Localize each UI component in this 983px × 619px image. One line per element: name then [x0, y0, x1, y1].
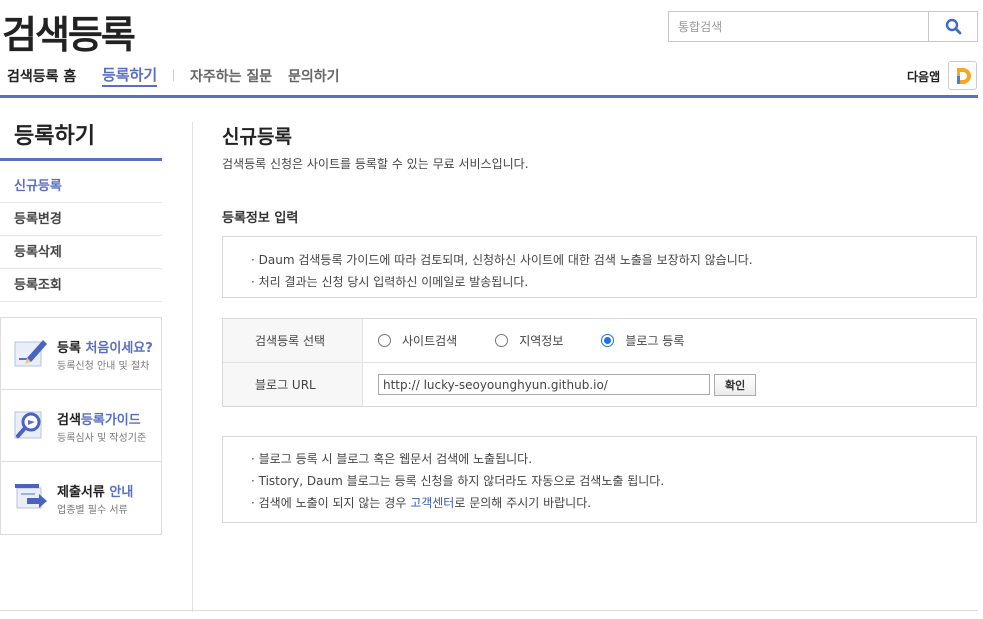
banner-first-time[interactable]: 등록 처음이세요? 등록신청 안내 및 절차 — [1, 318, 161, 390]
banner-documents-desc: 업종별 필수 서류 — [57, 505, 128, 516]
notice-box-top: · Daum 검색등록 가이드에 따라 검토되며, 신청하신 사이트에 대한 검… — [222, 236, 977, 298]
form-row-url: 블로그 URL 확인 — [223, 362, 976, 406]
sidebar-title-underline — [0, 158, 162, 161]
radio-circle-checked[interactable] — [601, 334, 615, 347]
notice-line: · Daum 검색등록 가이드에 따라 검토되며, 신청하신 사이트에 대한 검… — [251, 253, 753, 267]
pencil-icon — [14, 340, 47, 367]
document-icon — [15, 484, 47, 509]
nav-register[interactable]: 등록하기 — [102, 65, 158, 87]
notice-line: · 블로그 등록 시 블로그 혹은 웹문서 검색에 노출됩니다. — [251, 452, 533, 466]
notice-line: · 처리 결과는 신청 당시 입력하신 이메일로 발송됩니다. — [251, 275, 529, 289]
nav-faq[interactable]: 자주하는 질문 — [190, 66, 272, 86]
sidebar-item-delete[interactable]: 등록삭제 — [0, 236, 162, 269]
form-row-type: 검색등록 선택 사이트검색 지역정보 블로그 등록 — [223, 319, 976, 362]
banner-guide-desc: 등록심사 및 작성기준 — [57, 433, 147, 444]
banner-guide[interactable]: 검색등록가이드 등록심사 및 작성기준 — [1, 390, 161, 462]
banner-first-time-title: 등록 처음이세요? — [57, 341, 153, 356]
radio-label: 블로그 등록 — [625, 334, 685, 348]
search-box — [668, 11, 978, 42]
radio-blog-register[interactable]: 블로그 등록 — [601, 332, 684, 349]
nav-inquiry[interactable]: 문의하기 — [288, 66, 340, 86]
page-description: 검색등록 신청은 사이트를 등록할 수 있는 무료 서비스입니다. — [222, 157, 529, 171]
url-label: 블로그 URL — [223, 363, 363, 406]
radio-label: 지역정보 — [519, 334, 564, 348]
notice-line: · Tistory, Daum 블로그는 등록 신청을 하지 않더라도 자동으로… — [251, 474, 665, 488]
blog-url-input[interactable] — [378, 374, 710, 395]
sidebar-item-new[interactable]: 신규등록 — [0, 170, 162, 203]
notice-line: · 검색에 노출이 되지 않는 경우 고객센터로 문의해 주시기 바랍니다. — [251, 496, 592, 510]
sidebar-menu: 신규등록 등록변경 등록삭제 등록조회 — [0, 170, 162, 302]
sidebar-item-change[interactable]: 등록변경 — [0, 203, 162, 236]
register-form: 검색등록 선택 사이트검색 지역정보 블로그 등록 블로그 URL 확인 — [222, 318, 977, 407]
customer-center-link[interactable]: 고객센터 — [410, 496, 454, 510]
site-logo[interactable]: 검색등록 — [2, 4, 136, 59]
notice-box-bottom: · 블로그 등록 시 블로그 혹은 웹문서 검색에 노출됩니다. · Tisto… — [222, 436, 977, 523]
radio-circle[interactable] — [378, 334, 391, 347]
radio-label: 사이트검색 — [402, 334, 458, 348]
daum-app-icon[interactable] — [948, 61, 977, 90]
sidebar-title: 등록하기 — [14, 124, 95, 149]
content-divider — [192, 122, 193, 612]
nav-home[interactable]: 검색등록 홈 — [7, 66, 76, 86]
daum-app-label[interactable]: 다음앱 — [907, 68, 940, 85]
banner-documents-title: 제출서류 안내 — [57, 485, 134, 500]
confirm-button[interactable]: 확인 — [714, 373, 757, 396]
radio-circle[interactable] — [495, 334, 509, 347]
page-title: 신규등록 — [222, 126, 292, 148]
global-nav: 검색등록 홈 등록하기 자주하는 질문 문의하기 다음앱 — [0, 60, 978, 98]
footer-divider — [0, 610, 978, 611]
daum-d-icon — [956, 67, 971, 84]
type-options: 사이트검색 지역정보 블로그 등록 — [363, 319, 976, 362]
sidebar-banners: 등록 처음이세요? 등록신청 안내 및 절차 검색등록가이드 등록심사 및 작성… — [0, 317, 162, 535]
radio-site-search[interactable]: 사이트검색 — [378, 332, 457, 349]
magnifier-icon — [14, 411, 42, 439]
nav-divider — [173, 69, 174, 81]
search-input[interactable] — [669, 12, 928, 41]
section-title: 등록정보 입력 — [222, 211, 299, 226]
search-button[interactable] — [928, 12, 977, 41]
banner-documents[interactable]: 제출서류 안내 업종별 필수 서류 — [1, 462, 161, 534]
sidebar-item-lookup[interactable]: 등록조회 — [0, 269, 162, 302]
type-label: 검색등록 선택 — [223, 319, 363, 362]
radio-local-info[interactable]: 지역정보 — [495, 332, 563, 349]
banner-first-time-desc: 등록신청 안내 및 절차 — [57, 361, 150, 372]
banner-guide-title: 검색등록가이드 — [57, 413, 141, 428]
search-icon — [945, 18, 961, 35]
url-field-cell: 확인 — [363, 363, 976, 406]
